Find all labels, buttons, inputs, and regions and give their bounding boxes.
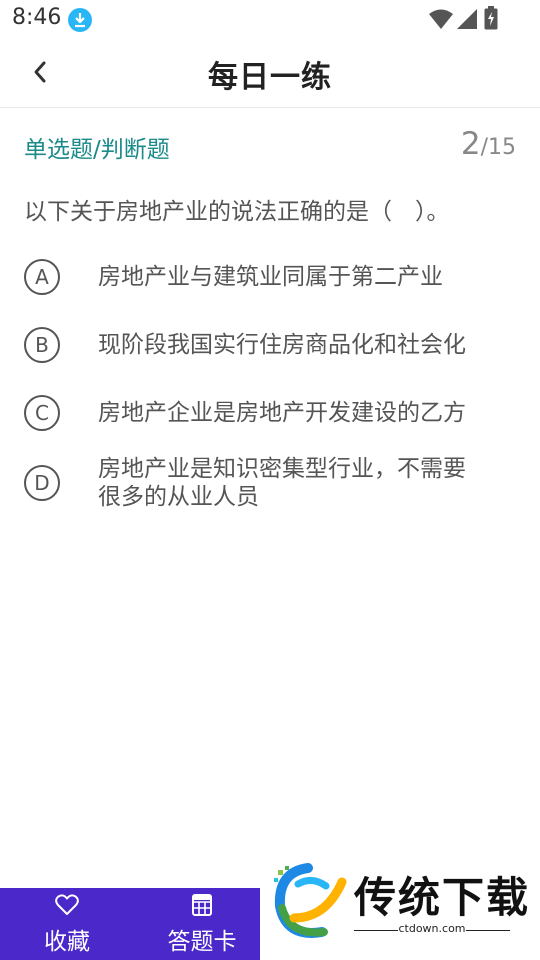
option-d[interactable]: D 房地产业是知识密集型行业，不需要 很多的从业人员 <box>24 452 524 516</box>
option-c-circle: C <box>24 395 60 431</box>
option-d-text-line1: 房地产业是知识密集型行业，不需要 <box>98 456 466 482</box>
wifi-icon <box>428 8 454 34</box>
watermark-url: ctdown.com <box>398 922 466 935</box>
option-c-text: 房地产企业是房地产开发建设的乙方 <box>98 400 466 426</box>
option-a-text: 房地产业与建筑业同属于第二产业 <box>98 264 443 290</box>
option-a[interactable]: A 房地产业与建筑业同属于第二产业 <box>24 258 524 298</box>
question-current-number: 2 <box>460 126 481 162</box>
answer-card-label: 答题卡 <box>167 929 237 955</box>
option-b-text: 现阶段我国实行住房商品化和社会化 <box>98 332 466 358</box>
status-bar: 8:46 <box>0 0 540 38</box>
option-d-circle: D <box>24 465 60 501</box>
signal-icon <box>456 8 478 34</box>
option-b[interactable]: B 现阶段我国实行住房商品化和社会化 <box>24 326 524 366</box>
watermark-line-right <box>466 930 510 931</box>
download-notification-icon <box>68 8 92 32</box>
answer-card-button[interactable]: 答题卡 <box>137 888 267 960</box>
bottom-action-bar: 收藏 答题卡 <box>0 888 260 960</box>
watermark-brand: 传统下载 <box>354 873 531 922</box>
status-time: 8:46 <box>12 5 62 30</box>
page-title: 每日一练 <box>208 60 332 95</box>
battery-charging-icon <box>484 6 498 34</box>
question-progress: 2/15 <box>461 126 516 162</box>
option-b-circle: B <box>24 327 60 363</box>
favorite-label: 收藏 <box>44 929 90 955</box>
question-total: /15 <box>480 135 516 160</box>
option-c[interactable]: C 房地产企业是房地产开发建设的乙方 <box>24 394 524 434</box>
app-header: 每日一练 <box>0 38 540 108</box>
option-d-text-line2: 很多的从业人员 <box>98 484 259 510</box>
question-type-label: 单选题/判断题 <box>24 137 170 163</box>
watermark: 传统下载 ctdown.com <box>268 862 540 960</box>
option-a-circle: A <box>24 259 60 295</box>
favorite-button[interactable]: 收藏 <box>2 888 132 960</box>
question-text: 以下关于房地产业的说法正确的是（ ）。 <box>24 199 450 225</box>
